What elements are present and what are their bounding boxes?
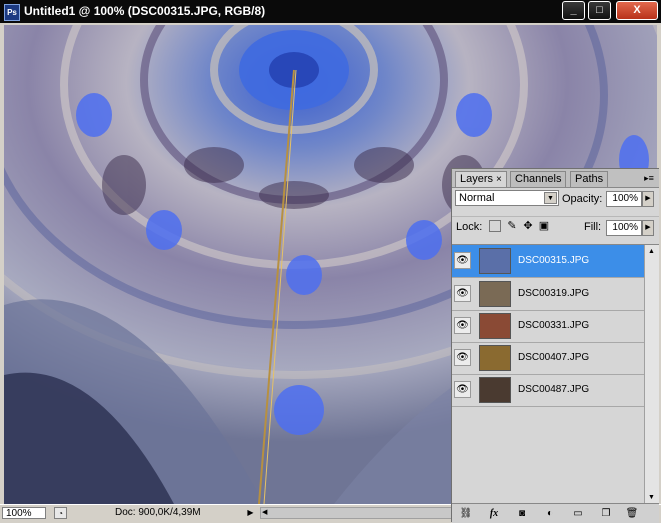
layer-name: DSC00487.JPG bbox=[518, 384, 590, 395]
layer-row[interactable]: 👁 DSC00331.JPG bbox=[452, 310, 645, 343]
scroll-up-icon[interactable]: ▲ bbox=[646, 246, 657, 257]
close-icon[interactable]: × bbox=[496, 174, 502, 185]
layer-name: DSC00319.JPG bbox=[518, 288, 590, 299]
opacity-arrow-icon[interactable]: ▶ bbox=[642, 191, 654, 207]
layer-row[interactable]: 👁 DSC00319.JPG bbox=[452, 278, 645, 311]
layer-thumbnail bbox=[479, 345, 511, 371]
blend-mode-value: Normal bbox=[459, 192, 495, 204]
layer-name: DSC00315.JPG bbox=[518, 255, 590, 266]
new-layer-icon[interactable]: ❐ bbox=[598, 507, 614, 520]
eye-icon[interactable]: 👁 bbox=[454, 285, 471, 302]
layer-name: DSC00331.JPG bbox=[518, 320, 590, 331]
blend-row: Normal ▼ Opacity: 100% ▶ bbox=[452, 188, 659, 210]
panel-tabs: Layers × Channels Paths ▸≡ bbox=[452, 169, 659, 188]
opacity-label: Opacity: bbox=[562, 193, 603, 205]
trash-icon[interactable]: 🗑 bbox=[624, 507, 640, 520]
panel-menu-icon[interactable]: ▸≡ bbox=[642, 173, 656, 183]
doc-size-info: Doc: 900,0K/4,39M bbox=[115, 507, 201, 518]
status-menu-icon[interactable]: ◔ bbox=[54, 507, 67, 519]
tab-layers[interactable]: Layers × bbox=[455, 171, 507, 187]
group-icon[interactable]: ▭ bbox=[570, 507, 586, 520]
fx-icon[interactable]: fx bbox=[486, 507, 502, 520]
tab-channels[interactable]: Channels bbox=[510, 171, 567, 187]
layer-thumbnail bbox=[479, 377, 511, 403]
layers-panel: Layers × Channels Paths ▸≡ Normal ▼ Opaci… bbox=[451, 168, 659, 523]
eye-icon[interactable]: 👁 bbox=[454, 252, 471, 269]
mask-icon[interactable]: ◙ bbox=[514, 507, 530, 520]
tab-layers-label: Layers bbox=[460, 173, 494, 185]
layer-row[interactable]: 👁 DSC00487.JPG bbox=[452, 374, 645, 407]
close-button[interactable]: X bbox=[616, 1, 658, 20]
photoshop-icon[interactable]: Ps bbox=[4, 4, 20, 21]
lock-label: Lock: bbox=[456, 221, 483, 233]
fill-arrow-icon[interactable]: ▶ bbox=[642, 220, 654, 236]
maximize-button[interactable]: □ bbox=[588, 1, 611, 20]
layer-row[interactable]: 👁 DSC00407.JPG bbox=[452, 342, 645, 375]
layer-row[interactable]: 👁 DSC00315.JPG bbox=[452, 245, 645, 278]
opacity-field[interactable]: 100% bbox=[606, 191, 642, 207]
lock-all-icon[interactable]: ▣ bbox=[538, 220, 550, 232]
layer-thumbnail bbox=[479, 248, 511, 274]
blend-mode-select[interactable]: Normal ▼ bbox=[455, 190, 559, 206]
eye-icon[interactable]: 👁 bbox=[454, 381, 471, 398]
scroll-left-icon[interactable]: ◀ bbox=[262, 508, 267, 518]
adjustment-icon[interactable]: ◐ bbox=[542, 507, 558, 520]
lock-row: Lock: ✎ ✥ ▣ Fill: 100% ▶ bbox=[452, 216, 659, 239]
zoom-level-field[interactable]: 100% bbox=[2, 507, 46, 519]
title-bar: Ps Untitled1 @ 100% (DSC00315.JPG, RGB/8… bbox=[0, 0, 661, 23]
layers-list: 👁 DSC00315.JPG 👁 DSC00319.JPG 👁 DSC00331… bbox=[452, 244, 659, 504]
tab-paths[interactable]: Paths bbox=[570, 171, 609, 187]
lock-move-icon[interactable]: ✥ bbox=[522, 220, 534, 232]
scroll-down-icon[interactable]: ▼ bbox=[646, 492, 657, 503]
layer-name: DSC00407.JPG bbox=[518, 352, 590, 363]
eye-icon[interactable]: 👁 bbox=[454, 317, 471, 334]
chevron-down-icon[interactable]: ▼ bbox=[544, 192, 557, 204]
layer-thumbnail bbox=[479, 281, 511, 307]
eye-icon[interactable]: 👁 bbox=[454, 349, 471, 366]
window-title: Untitled1 @ 100% (DSC00315.JPG, RGB/8) bbox=[24, 4, 266, 18]
status-menu-arrow-icon[interactable]: ▶ bbox=[244, 507, 257, 519]
lock-brush-icon[interactable]: ✎ bbox=[506, 220, 518, 232]
minimize-button[interactable]: _ bbox=[562, 1, 585, 20]
lock-transparency-icon[interactable] bbox=[489, 220, 501, 232]
layers-scrollbar[interactable]: ▲ ▼ bbox=[644, 245, 659, 504]
fill-field[interactable]: 100% bbox=[606, 220, 642, 236]
layers-bottom-bar: ⛓ fx ◙ ◐ ▭ ❐ 🗑 bbox=[452, 503, 659, 523]
link-icon[interactable]: ⛓ bbox=[458, 507, 474, 520]
layer-thumbnail bbox=[479, 313, 511, 339]
fill-label: Fill: bbox=[584, 221, 602, 233]
